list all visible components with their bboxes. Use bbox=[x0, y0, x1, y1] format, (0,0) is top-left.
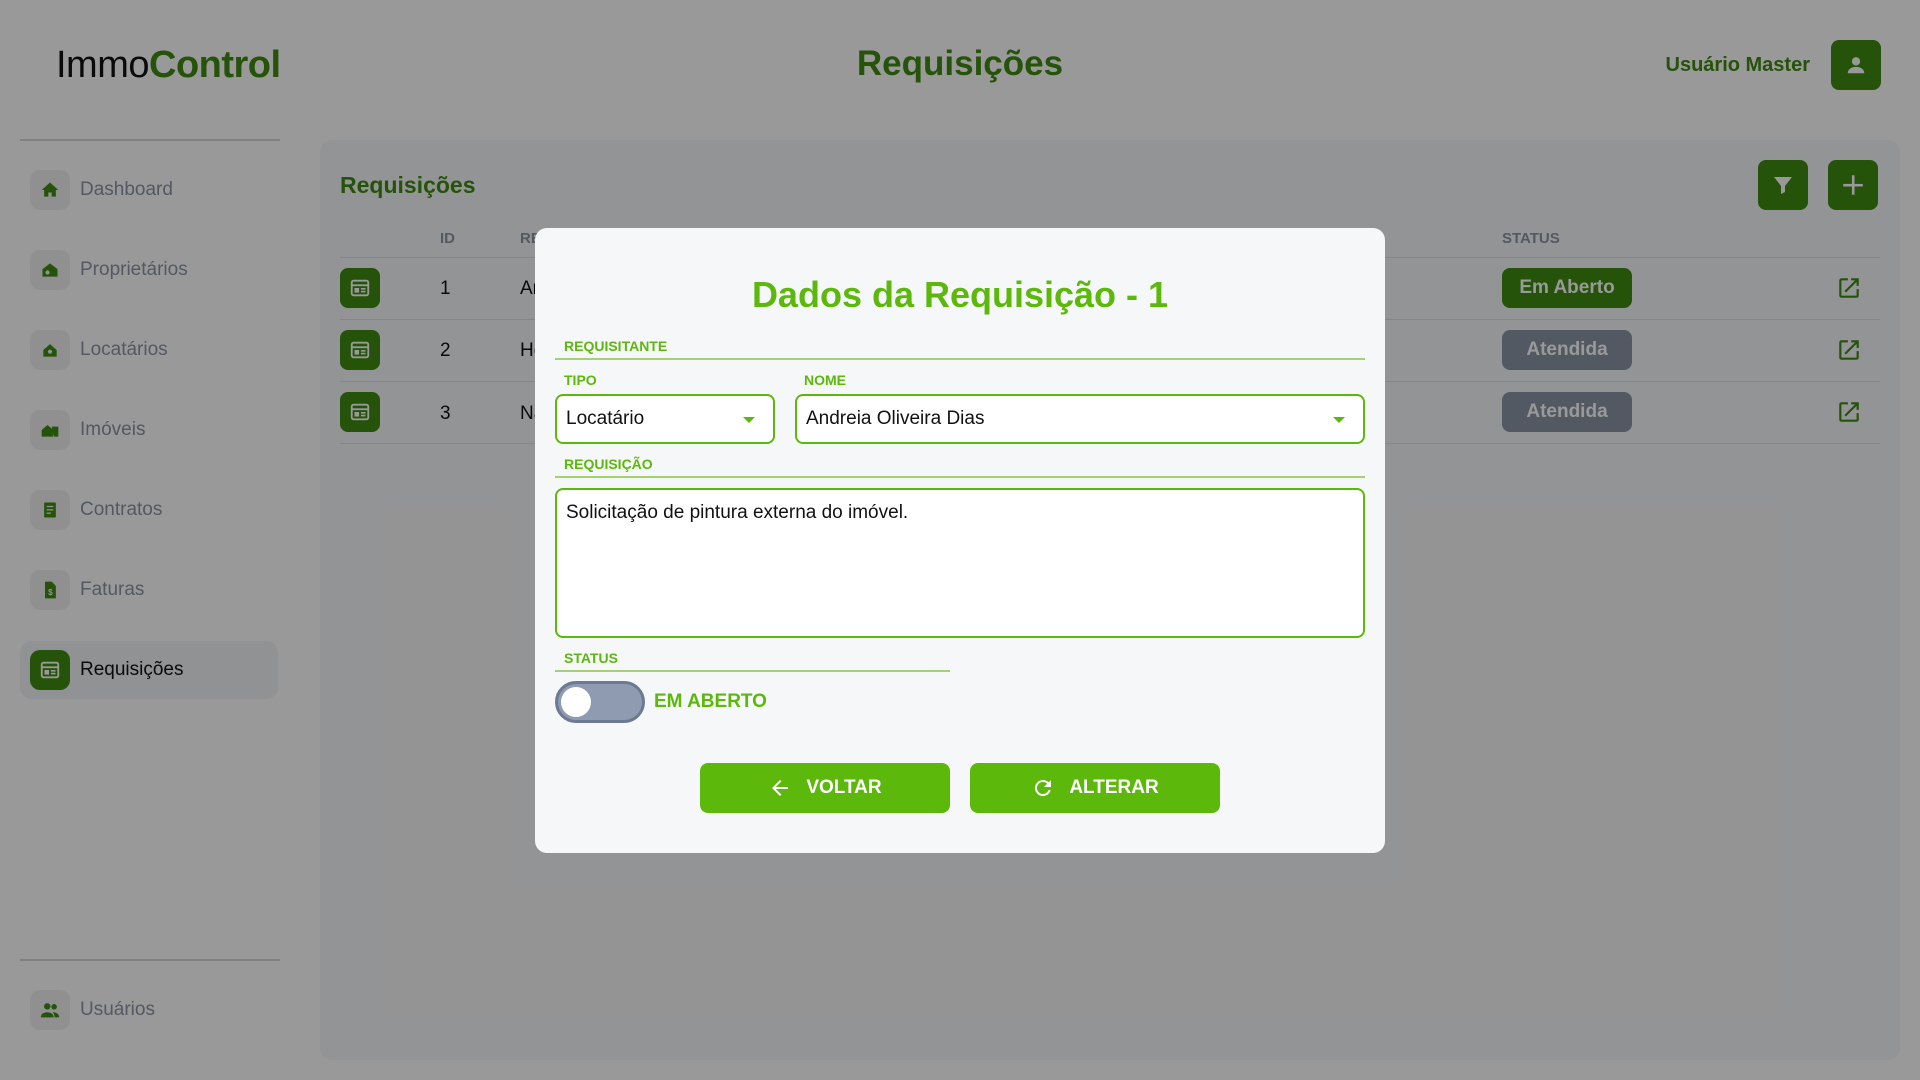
nome-select[interactable]: Andreia Oliveira Dias bbox=[795, 394, 1365, 444]
toggle-knob bbox=[561, 687, 591, 717]
chevron-down-icon bbox=[1333, 417, 1345, 423]
request-details-modal: Dados da Requisição - 1 REQUISITANTE TIP… bbox=[535, 228, 1385, 853]
chevron-down-icon bbox=[743, 417, 755, 423]
field-label-tipo: TIPO bbox=[564, 372, 597, 388]
section-label-requisicao: REQUISIÇÃO bbox=[564, 456, 653, 472]
status-toggle[interactable] bbox=[555, 681, 645, 723]
section-label-requisitante: REQUISITANTE bbox=[564, 338, 668, 354]
tipo-select-value: Locatário bbox=[566, 408, 645, 429]
section-divider bbox=[555, 670, 950, 672]
field-label-nome: NOME bbox=[804, 372, 846, 388]
back-button[interactable]: VOLTAR bbox=[700, 763, 950, 813]
back-button-label: VOLTAR bbox=[806, 777, 882, 798]
section-divider bbox=[555, 476, 1365, 478]
modal-title: Dados da Requisição - 1 bbox=[751, 274, 1169, 315]
refresh-icon bbox=[1035, 780, 1052, 797]
update-button[interactable]: ALTERAR bbox=[970, 763, 1220, 813]
section-divider bbox=[555, 358, 1365, 360]
status-toggle-label: EM ABERTO bbox=[654, 691, 767, 712]
tipo-select[interactable]: Locatário bbox=[555, 394, 775, 444]
requisicao-textarea[interactable]: Solicitação de pintura externa do imóvel… bbox=[555, 488, 1365, 638]
section-label-status: STATUS bbox=[564, 650, 618, 666]
nome-select-value: Andreia Oliveira Dias bbox=[806, 408, 985, 429]
update-button-label: ALTERAR bbox=[1069, 777, 1159, 798]
arrow-left-icon bbox=[772, 780, 789, 796]
